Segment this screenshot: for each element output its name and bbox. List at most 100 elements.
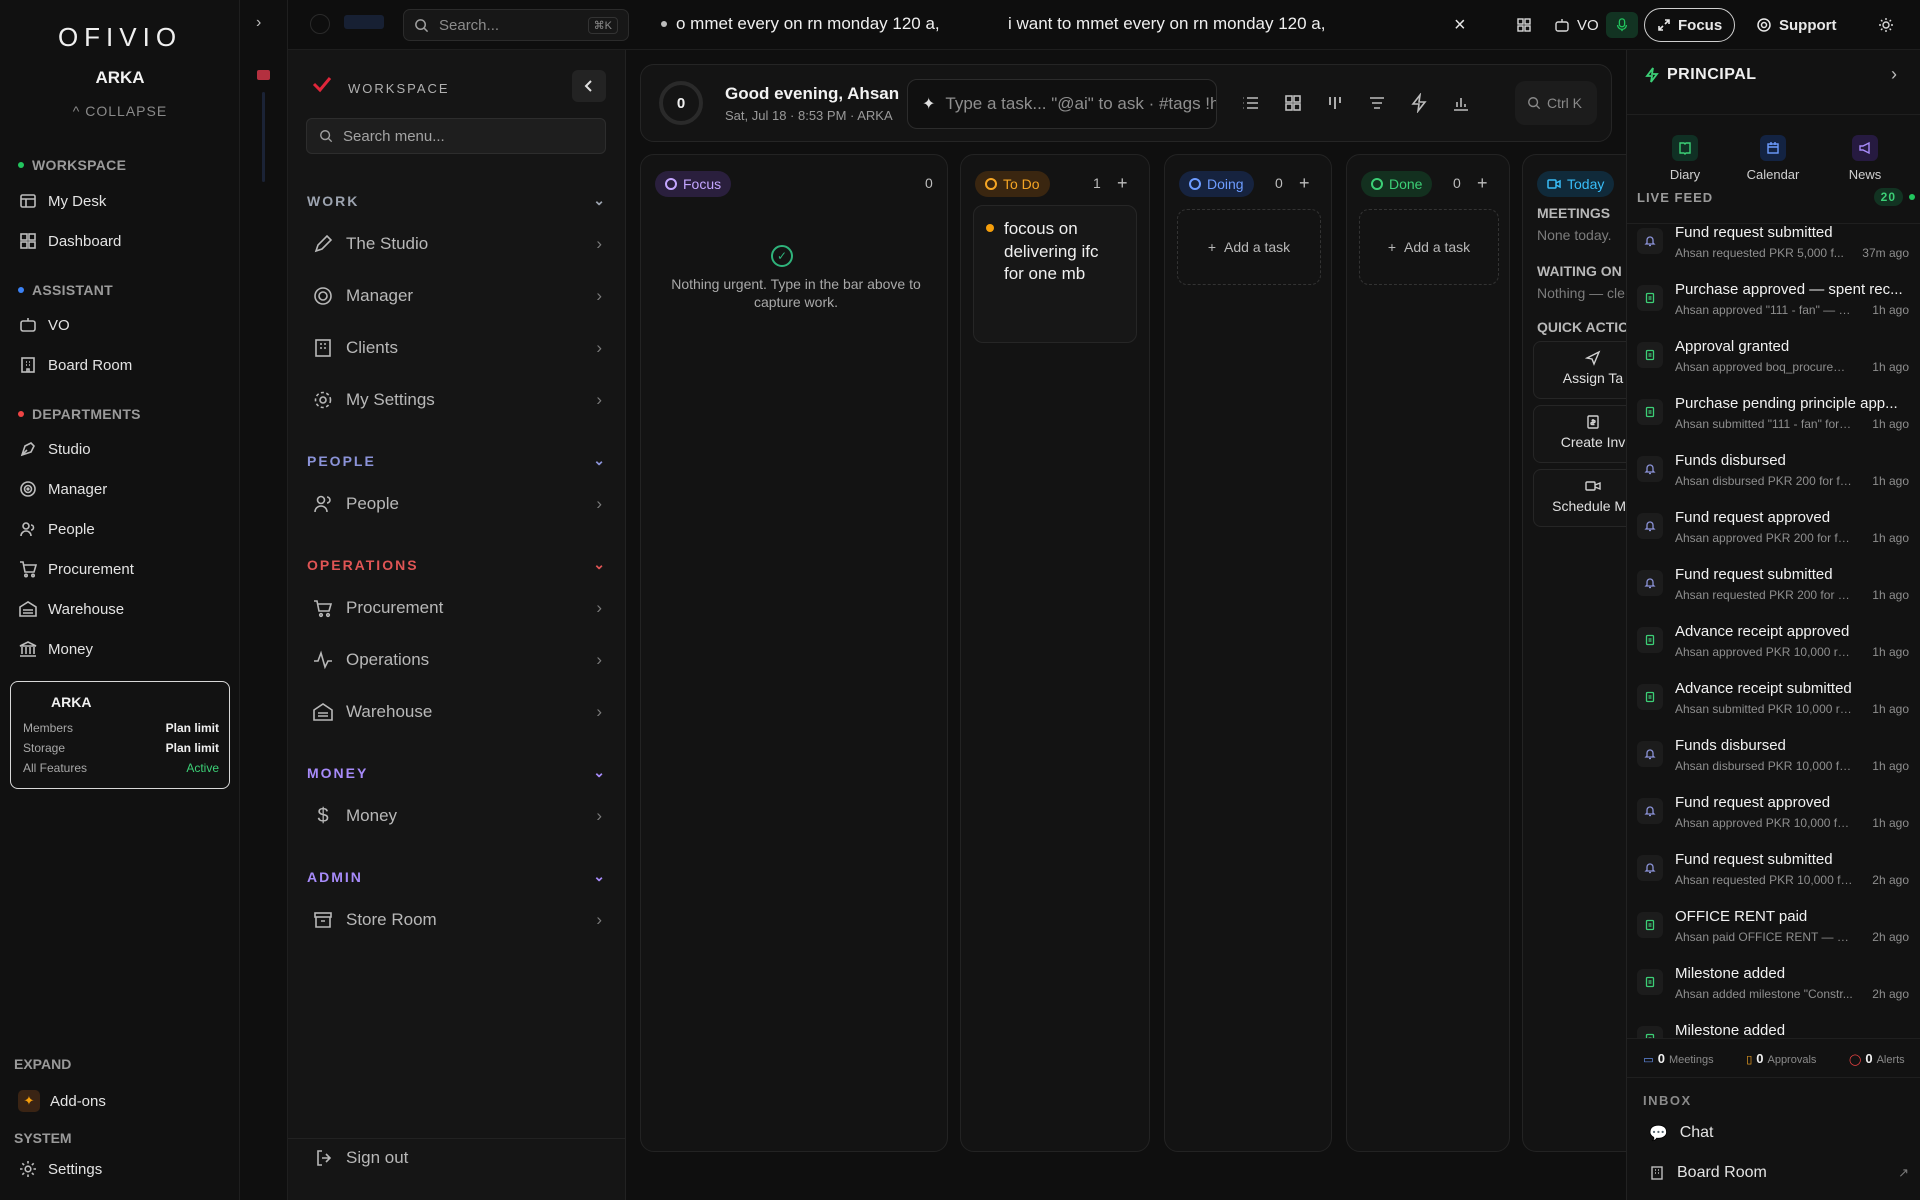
feed-item[interactable]: Milestone added Ahsan added milestone "Co… <box>1637 961 1917 1013</box>
feed-item[interactable]: Fund request submitted Ahsan requested PK… <box>1637 562 1917 614</box>
sidebar-item-settings[interactable]: Settings <box>18 1154 228 1184</box>
feed-item[interactable]: OFFICE RENT paid Ahsan paid OFFICE RENT —… <box>1637 904 1917 956</box>
sidebar-item-dashboard[interactable]: Dashboard <box>18 226 228 256</box>
command-search-button[interactable]: Ctrl K <box>1515 81 1597 125</box>
feed-item[interactable]: Funds disbursed Ahsan disbursed PKR 10,00… <box>1637 733 1917 785</box>
menu-item-clients[interactable]: Clients › <box>312 333 602 363</box>
desk-header: 0 Good evening, Ahsan Sat, Jul 18 · 8:53… <box>640 64 1612 142</box>
menu-item-money[interactable]: $ Money › <box>312 801 602 831</box>
task-input[interactable]: ✦ Type a task... "@ai" to ask · #tags !h <box>907 79 1217 129</box>
add-task-button[interactable]: + Add a task <box>1177 209 1321 285</box>
stat-alerts[interactable]: ◯ 0 Alerts <box>1849 1051 1905 1066</box>
vo-button[interactable]: VO <box>1542 8 1611 42</box>
apps-button[interactable] <box>1504 8 1544 42</box>
menu-item-procurement[interactable]: Procurement › <box>312 593 602 623</box>
group-head-admin[interactable]: ADMIN ⌄ <box>307 868 607 885</box>
feed-item[interactable]: Fund request submitted Ahsan requested PK… <box>1637 220 1917 272</box>
sidebar-item-board-room[interactable]: Board Room <box>18 350 228 380</box>
users-icon <box>314 495 331 513</box>
plan-row-storage: Storage Plan limit <box>23 741 219 755</box>
add-task-button[interactable]: + Add a task <box>1359 209 1499 285</box>
group-head-money[interactable]: MONEY ⌄ <box>307 764 607 781</box>
focus-button[interactable]: Focus <box>1644 8 1736 42</box>
menu-item-the-studio[interactable]: The Studio › <box>312 229 602 259</box>
feed-subtitle: Ahsan requested PKR 200 for fans <box>1675 588 1853 602</box>
column-doing: Doing 0 + + Add a task <box>1164 154 1332 1152</box>
tab-calendar[interactable]: Calendar <box>1733 135 1813 182</box>
add-todo-button[interactable]: + <box>1117 173 1128 194</box>
sign-out-button[interactable]: Sign out <box>314 1148 408 1168</box>
collapse-button[interactable]: ^ COLLAPSE <box>0 103 240 119</box>
feed-item[interactable]: Approval granted Ahsan approved boq_procu… <box>1637 334 1917 386</box>
stat-approvals[interactable]: ▯ 0 Approvals <box>1746 1051 1816 1066</box>
inbox-item-chat[interactable]: 💬 Chat <box>1649 1124 1909 1142</box>
menu-item-store-room[interactable]: Store Room › <box>312 905 602 935</box>
focus-pill[interactable]: Focus <box>655 171 732 197</box>
today-pill[interactable]: Today <box>1537 171 1615 197</box>
done-pill[interactable]: Done <box>1361 171 1433 197</box>
briefcase-icon[interactable] <box>257 70 270 80</box>
rail-scroll-track[interactable] <box>262 92 265 182</box>
sidebar-item-studio[interactable]: Studio <box>18 434 228 464</box>
task-card[interactable]: focous on delivering ifc for one mb <box>973 205 1137 343</box>
plan-value: Plan limit <box>165 721 219 735</box>
expand-rail-button[interactable]: › <box>256 14 261 32</box>
menu-item-my-settings[interactable]: My Settings › <box>312 385 602 415</box>
sidebar-item-people[interactable]: People <box>18 514 228 544</box>
tab-news[interactable]: News <box>1825 135 1905 182</box>
add-doing-button[interactable]: + <box>1299 173 1310 194</box>
sidebar-item-label: VO <box>48 316 70 334</box>
feed-item[interactable]: Fund request submitted Ahsan requested PK… <box>1637 847 1917 899</box>
stat-meetings[interactable]: ▭ 0 Meetings <box>1643 1051 1713 1066</box>
menu-item-people[interactable]: People › <box>312 489 602 519</box>
sidebar-item-vo[interactable]: VO <box>18 310 228 340</box>
feed-title: Fund request submitted <box>1675 566 1833 583</box>
support-button[interactable]: Support <box>1744 8 1849 42</box>
feed-item[interactable]: Fund request approved Ahsan approved PKR … <box>1637 505 1917 557</box>
expand-icon <box>1658 19 1670 31</box>
close-ticker-button[interactable]: × <box>1454 14 1466 37</box>
menu-item-manager[interactable]: Manager › <box>312 281 602 311</box>
topbar-home-icon[interactable] <box>310 14 330 34</box>
feed-item[interactable]: Purchase pending principle app... Ahsan s… <box>1637 391 1917 443</box>
feed-item[interactable]: Purchase approved — spent rec... Ahsan ap… <box>1637 277 1917 329</box>
feed-subtitle: Ahsan requested PKR 5,000 f... <box>1675 246 1844 260</box>
brand-logo[interactable]: OFIVIO <box>0 22 240 53</box>
list-view-icon[interactable] <box>1241 93 1261 113</box>
sidebar-item-money[interactable]: Money <box>18 634 228 664</box>
group-head-operations[interactable]: OPERATIONS ⌄ <box>307 556 607 573</box>
global-search[interactable]: Search... ⌘K <box>403 9 629 41</box>
feed-item[interactable]: Fund request approved Ahsan approved PKR … <box>1637 790 1917 842</box>
tab-diary[interactable]: Diary <box>1645 135 1725 182</box>
bar-chart-icon[interactable] <box>1451 93 1471 113</box>
theme-toggle[interactable] <box>1866 8 1906 42</box>
grid-view-icon[interactable] <box>1283 93 1303 113</box>
collapse-menu-button[interactable] <box>572 70 606 102</box>
filter-view-icon[interactable] <box>1367 93 1387 113</box>
feed-item[interactable]: Funds disbursed Ahsan disbursed PKR 200 f… <box>1637 448 1917 500</box>
mic-button[interactable] <box>1606 12 1638 38</box>
feed-item[interactable]: Advance receipt submitted Ahsan submitted… <box>1637 676 1917 728</box>
doing-pill[interactable]: Doing <box>1179 171 1254 197</box>
add-done-button[interactable]: + <box>1477 173 1488 194</box>
sidebar-item-manager[interactable]: Manager <box>18 474 228 504</box>
lightning-icon[interactable] <box>1409 93 1429 113</box>
menu-item-label: My Settings <box>346 390 435 409</box>
workspace-section-head: WORKSPACE <box>18 157 126 173</box>
todo-pill[interactable]: To Do <box>975 171 1050 197</box>
external-link-icon[interactable]: ↗ <box>1898 1165 1909 1181</box>
kanban-view-icon[interactable] <box>1325 93 1345 113</box>
menu-search-input[interactable]: Search menu... <box>306 118 606 154</box>
sidebar-item-my-desk[interactable]: My Desk <box>18 186 228 216</box>
chevron-down-icon: ⌄ <box>593 452 607 468</box>
menu-item-operations[interactable]: Operations › <box>312 645 602 675</box>
menu-item-warehouse[interactable]: Warehouse › <box>312 697 602 727</box>
inbox-item-board-room[interactable]: Board Room ↗ <box>1649 1164 1909 1182</box>
feed-item[interactable]: Advance receipt approved Ahsan approved P… <box>1637 619 1917 671</box>
panel-expand-chevron[interactable]: › <box>1891 64 1897 85</box>
group-head-work[interactable]: WORK ⌄ <box>307 192 607 209</box>
group-head-people[interactable]: PEOPLE ⌄ <box>307 452 607 469</box>
sidebar-item-addons[interactable]: ✦ Add-ons <box>18 1086 228 1116</box>
sidebar-item-procurement[interactable]: Procurement <box>18 554 228 584</box>
sidebar-item-warehouse[interactable]: Warehouse <box>18 594 228 624</box>
